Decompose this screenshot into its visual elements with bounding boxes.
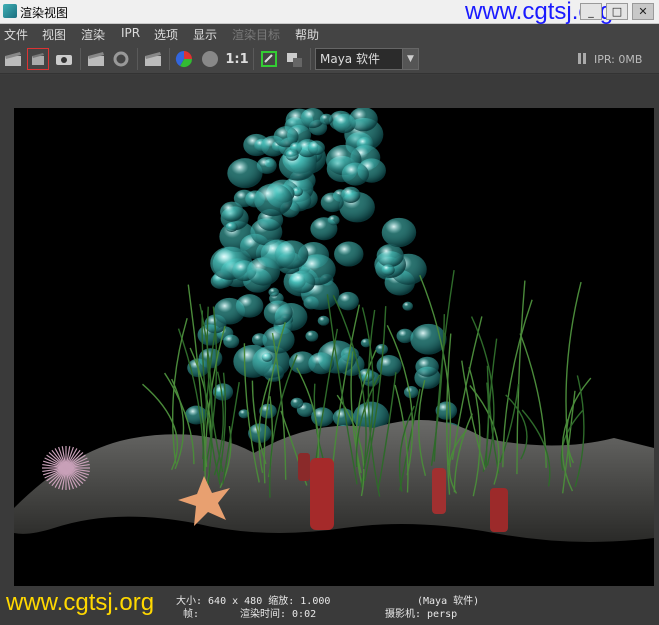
bubble <box>337 291 359 311</box>
bubble <box>285 149 299 161</box>
pause-icon[interactable] <box>577 53 587 64</box>
bubble <box>320 192 344 213</box>
bubble <box>402 301 413 311</box>
bubble <box>307 140 325 156</box>
bubble <box>319 113 333 125</box>
render-image <box>14 108 654 586</box>
bubble <box>381 264 395 276</box>
menu-ipr[interactable]: IPR <box>121 26 140 40</box>
renderer-dropdown[interactable]: Maya 软件 ▼ <box>315 48 419 70</box>
watermark-bottom: www.cgtsj.org <box>6 589 155 616</box>
menu-bar: 文件 视图 渲染 IPR 选项 显示 渲染目标 帮助 <box>0 24 659 44</box>
renderer-value: Maya 软件 <box>320 52 380 66</box>
menu-options[interactable]: 选项 <box>154 26 178 43</box>
toolbar-divider <box>137 48 138 70</box>
bubble <box>334 241 364 267</box>
bubble <box>288 270 316 294</box>
menu-view[interactable]: 视图 <box>42 26 66 43</box>
rgb-channel-icon[interactable] <box>173 48 195 70</box>
bubble <box>223 334 240 349</box>
menu-display[interactable]: 显示 <box>193 26 217 43</box>
bubble <box>410 323 447 355</box>
camera-label: 摄影机: persp <box>385 609 458 620</box>
bubble <box>305 330 319 342</box>
title-bar: 渲染视图 www.cgtsj.org _ □ ✕ <box>0 0 659 25</box>
toolbar: 1:1 Maya 软件 ▼ IPR: 0MB <box>0 44 659 74</box>
bubble <box>263 300 293 326</box>
toolbar-divider <box>80 48 81 70</box>
bubble <box>381 217 417 248</box>
real-size-button[interactable]: 1:1 <box>225 48 249 70</box>
keep-image-icon[interactable] <box>258 48 280 70</box>
app-icon <box>3 4 17 18</box>
bubble <box>235 294 264 318</box>
bubble <box>317 315 330 326</box>
clapboard-icon[interactable] <box>2 48 24 70</box>
bubble <box>327 215 340 226</box>
bubble <box>404 386 419 399</box>
chevron-down-icon: ▼ <box>402 49 418 69</box>
menu-render-target[interactable]: 渲染目标 <box>232 26 280 43</box>
bubble <box>220 201 244 222</box>
maximize-button[interactable]: □ <box>606 3 628 20</box>
bubble <box>341 186 361 203</box>
ipr-render-icon[interactable] <box>85 48 107 70</box>
bubble <box>261 352 273 362</box>
menu-render[interactable]: 渲染 <box>81 26 105 43</box>
bubble <box>415 356 439 377</box>
bubble <box>349 108 378 132</box>
render-region-icon[interactable] <box>27 48 49 70</box>
toolbar-divider <box>310 48 311 70</box>
ipr-memory-label: IPR: 0MB <box>594 53 643 66</box>
bubble <box>375 343 389 355</box>
bubble <box>254 183 293 217</box>
menu-help[interactable]: 帮助 <box>295 26 319 43</box>
render-time-label: 渲染时间: 0:02 <box>240 609 317 620</box>
bubble <box>290 397 304 409</box>
close-button[interactable]: ✕ <box>632 3 654 20</box>
window-title: 渲染视图 <box>20 6 69 20</box>
refresh-icon[interactable] <box>110 48 132 70</box>
bubble <box>227 158 263 189</box>
toolbar-divider <box>169 48 170 70</box>
remove-image-icon[interactable] <box>283 48 305 70</box>
snapshot-camera-icon[interactable] <box>53 48 75 70</box>
bubble <box>274 240 309 270</box>
alpha-channel-icon[interactable] <box>199 48 221 70</box>
bubble <box>376 244 404 268</box>
bubble <box>341 162 369 186</box>
bubble <box>246 257 281 286</box>
bubble <box>268 287 280 297</box>
frame-label: 帧: <box>183 609 200 620</box>
minimize-button[interactable]: _ <box>580 3 602 20</box>
bubble <box>225 222 238 233</box>
bubble <box>256 157 277 174</box>
render-sequence-icon[interactable] <box>142 48 164 70</box>
menu-file[interactable]: 文件 <box>4 26 28 43</box>
toolbar-divider <box>253 48 254 70</box>
